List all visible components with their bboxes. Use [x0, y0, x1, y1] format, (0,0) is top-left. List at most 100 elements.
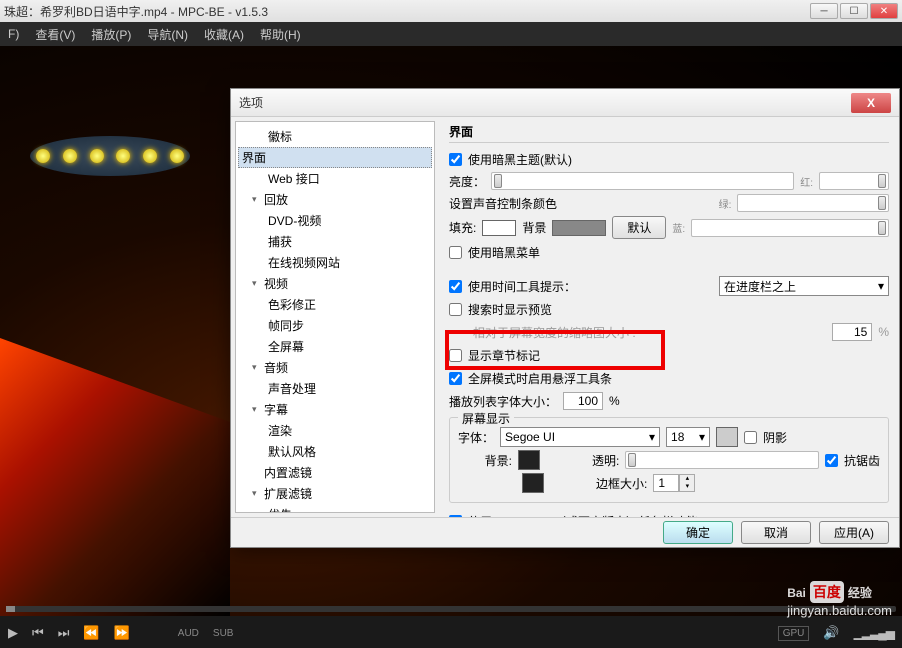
- fill-label: 填充:: [449, 219, 476, 236]
- time-position-select[interactable]: 在进度栏之上▾: [719, 276, 889, 296]
- window-title: 珠超：希罗利BD日语中字.mp4 - MPC-BE - v1.5.3: [4, 3, 810, 20]
- skip-fwd-button[interactable]: ⏩: [114, 625, 130, 641]
- options-dialog: 选项 X 徽标 界面 Web 接口 ▾回放 DVD-视频 捕获 在线视频网站 ▾…: [230, 88, 900, 548]
- tree-capture[interactable]: 捕获: [238, 231, 432, 252]
- font-label: 字体：: [458, 429, 494, 446]
- chapter-marks-checkbox[interactable]: [449, 349, 462, 362]
- fullscreen-toolbar-checkbox[interactable]: [449, 372, 462, 385]
- prev-button[interactable]: ⏮: [32, 625, 44, 641]
- ok-button[interactable]: 确定: [663, 521, 733, 544]
- seek-preview-checkbox[interactable]: [449, 303, 462, 316]
- shadow-checkbox[interactable]: [744, 431, 757, 444]
- tree-webapi[interactable]: Web 接口: [238, 168, 432, 189]
- transparent-label: 透明:: [592, 452, 619, 469]
- panel-title: 界面: [449, 123, 889, 143]
- tree-subtitle[interactable]: ▾字幕: [238, 399, 432, 420]
- tree-audioproc[interactable]: 声音处理: [238, 378, 432, 399]
- apply-button[interactable]: 应用(A): [819, 521, 889, 544]
- red-slider[interactable]: [819, 172, 889, 190]
- bg2-label: 背景:: [458, 452, 512, 469]
- tree-trayicon[interactable]: 徽标: [238, 126, 432, 147]
- tree-audio[interactable]: ▾音频: [238, 357, 432, 378]
- tree-interface[interactable]: 界面: [238, 147, 432, 168]
- close-button[interactable]: ✕: [870, 3, 898, 19]
- window-buttons: ─ ☐ ✕: [810, 3, 898, 19]
- tree-video[interactable]: ▾视频: [238, 273, 432, 294]
- gpu-indicator: GPU: [778, 626, 810, 641]
- chevron-down-icon: ▾: [699, 430, 705, 444]
- border-color-swatch[interactable]: [522, 473, 544, 493]
- menu-nav[interactable]: 导航(N): [147, 26, 188, 43]
- tree-render[interactable]: 渲染: [238, 420, 432, 441]
- aud-indicator[interactable]: AUD: [178, 628, 199, 639]
- tree-fullscreen[interactable]: 全屏幕: [238, 336, 432, 357]
- chevron-down-icon: ▾: [252, 362, 262, 373]
- osd-group: 屏幕显示 字体： Segoe UI▾ 18▾ 阴影 背景: 透明: 抗锯齿: [449, 417, 889, 503]
- menu-help[interactable]: 帮助(H): [260, 26, 301, 43]
- brightness-slider[interactable]: [491, 172, 794, 190]
- fill-swatch[interactable]: [482, 220, 516, 236]
- blue-slider[interactable]: [691, 219, 889, 237]
- video-content-ufo: [30, 116, 190, 176]
- chevron-down-icon: ▾: [252, 278, 262, 289]
- b-label: 蓝:: [672, 220, 685, 235]
- tree-playback[interactable]: ▾回放: [238, 189, 432, 210]
- seek-bar[interactable]: [0, 602, 902, 616]
- transparency-slider[interactable]: [625, 451, 819, 469]
- default-colors-button[interactable]: 默认: [612, 216, 666, 239]
- window-title-bar: 珠超：希罗利BD日语中字.mp4 - MPC-BE - v1.5.3 ─ ☐ ✕: [0, 0, 902, 22]
- fullscreen-toolbar-label: 全屏模式时启用悬浮工具条: [468, 370, 612, 387]
- tree-extfilter[interactable]: ▾扩展滤镜: [238, 483, 432, 504]
- font-select[interactable]: Segoe UI▾: [500, 427, 660, 447]
- thumb-size-input[interactable]: [832, 323, 872, 341]
- dark-menu-checkbox[interactable]: [449, 246, 462, 259]
- volume-bars-icon[interactable]: ▁▂▃▄▅: [854, 626, 894, 640]
- tree-priority[interactable]: 优先: [238, 504, 432, 513]
- border-label: 边框大小:: [596, 475, 647, 492]
- sub-indicator[interactable]: SUB: [213, 628, 234, 639]
- options-panel: 界面 使用暗黑主题(默认) 亮度： 红: 设置声音控制条颜色 绿: 填充: 背景: [439, 117, 899, 517]
- menu-fav[interactable]: 收藏(A): [204, 26, 244, 43]
- minimize-button[interactable]: ─: [810, 3, 838, 19]
- play-button[interactable]: ▶: [8, 625, 18, 641]
- bg-swatch[interactable]: [552, 220, 606, 236]
- tree-intfilter[interactable]: 内置滤镜: [238, 462, 432, 483]
- menu-bar: F) 查看(V) 播放(P) 导航(N) 收藏(A) 帮助(H): [0, 22, 902, 46]
- spin-down-icon[interactable]: ▾: [680, 483, 694, 491]
- font-color-swatch[interactable]: [716, 427, 738, 447]
- skip-back-button[interactable]: ⏪: [83, 625, 99, 641]
- seek-preview-label: 搜索时显示预览: [468, 301, 552, 318]
- font-size-select[interactable]: 18▾: [666, 427, 710, 447]
- r-label: 红:: [800, 174, 813, 189]
- playlist-font-input[interactable]: [563, 392, 603, 410]
- volume-icon[interactable]: 🔊: [823, 625, 839, 641]
- tree-defstyle[interactable]: 默认风格: [238, 441, 432, 462]
- options-tree[interactable]: 徽标 界面 Web 接口 ▾回放 DVD-视频 捕获 在线视频网站 ▾视频 色彩…: [235, 121, 435, 513]
- border-size-spinner[interactable]: ▴▾: [653, 474, 695, 492]
- chapter-marks-label: 显示章节标记: [468, 347, 540, 364]
- next-button[interactable]: ⏭: [58, 625, 70, 641]
- brightness-label: 亮度：: [449, 173, 485, 190]
- time-tooltip-checkbox[interactable]: [449, 280, 462, 293]
- cancel-button[interactable]: 取消: [741, 521, 811, 544]
- tree-sync[interactable]: 帧同步: [238, 315, 432, 336]
- playlist-font-label: 播放列表字体大小：: [449, 393, 557, 410]
- antialias-checkbox[interactable]: [825, 454, 838, 467]
- menu-play[interactable]: 播放(P): [91, 26, 131, 43]
- dialog-close-button[interactable]: X: [851, 93, 891, 113]
- bg-color-swatch[interactable]: [518, 450, 540, 470]
- watermark: Bai 百度 经验 jingyan.baidu.com: [787, 581, 892, 618]
- tree-colormgmt[interactable]: 色彩修正: [238, 294, 432, 315]
- dark-theme-checkbox[interactable]: [449, 153, 462, 166]
- menu-view[interactable]: 查看(V): [35, 26, 75, 43]
- menu-file[interactable]: F): [8, 27, 19, 41]
- maximize-button[interactable]: ☐: [840, 3, 868, 19]
- tree-dvd[interactable]: DVD-视频: [238, 210, 432, 231]
- g-label: 绿:: [719, 196, 732, 211]
- spin-up-icon[interactable]: ▴: [680, 475, 694, 483]
- chevron-down-icon: ▾: [252, 404, 262, 415]
- tree-online[interactable]: 在线视频网站: [238, 252, 432, 273]
- green-slider[interactable]: [737, 194, 889, 212]
- dark-theme-label: 使用暗黑主题(默认): [468, 151, 572, 168]
- video-content-lava: [0, 338, 230, 618]
